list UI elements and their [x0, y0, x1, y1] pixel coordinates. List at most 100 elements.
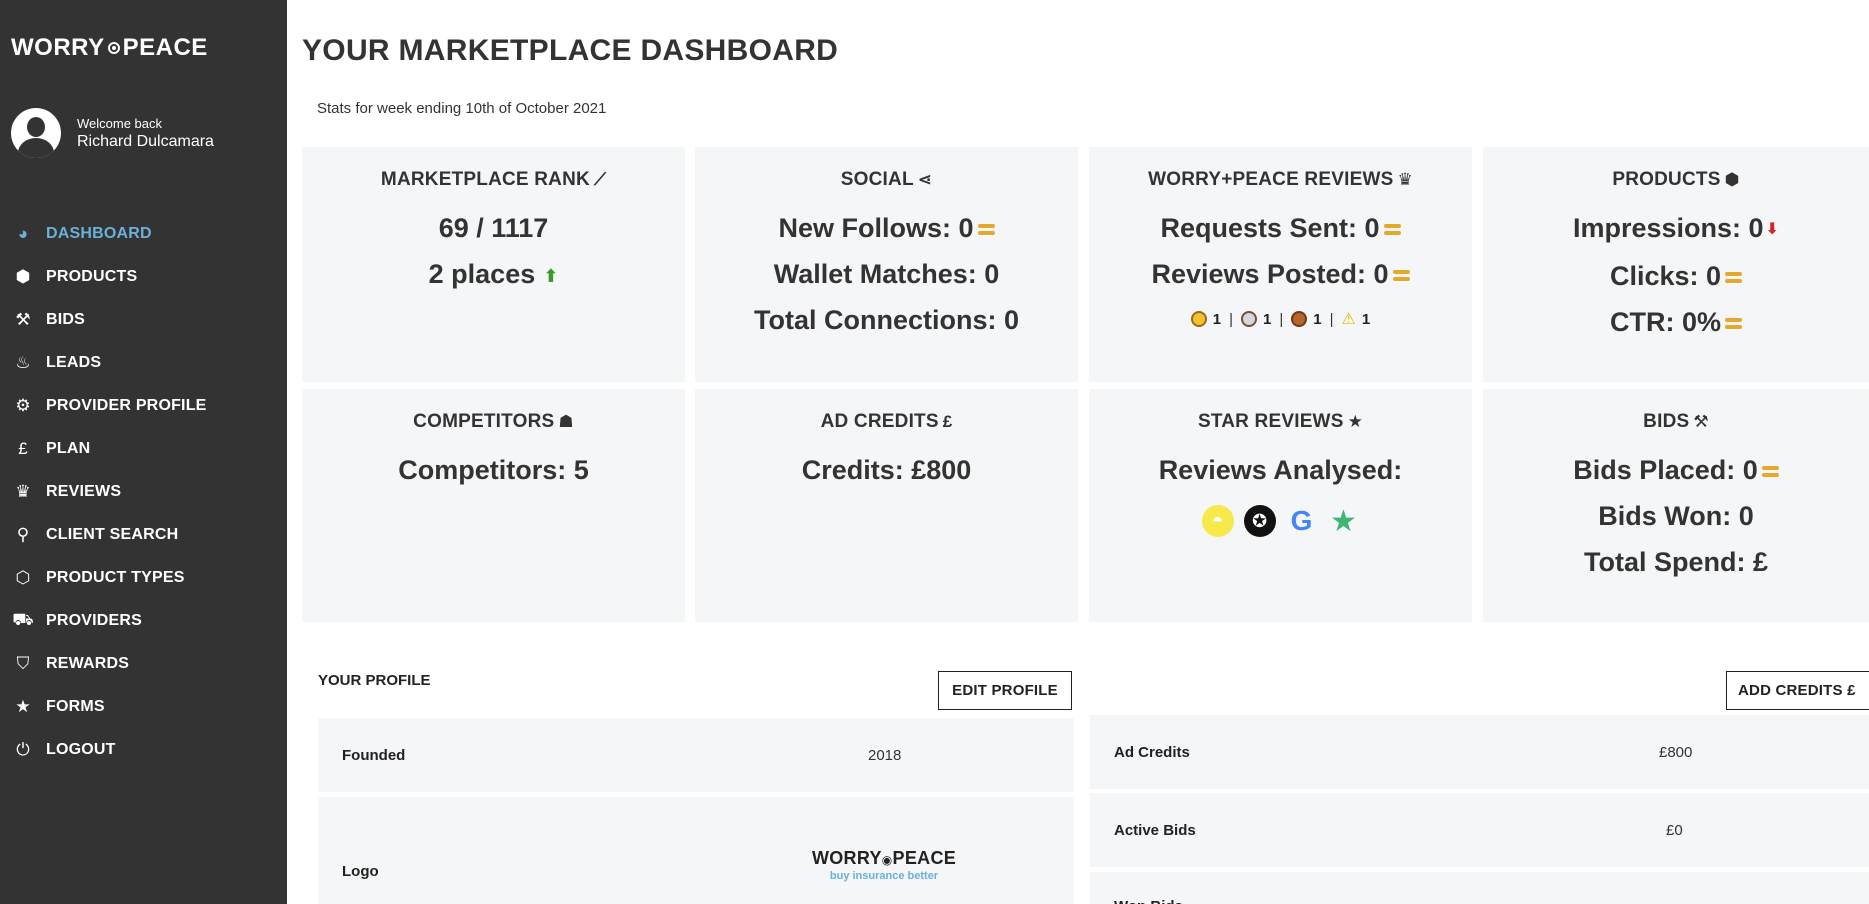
trophy-icon: ♛: [1397, 170, 1413, 189]
profile-section-label: YOUR PROFILE: [318, 672, 431, 689]
user-panel: Welcome back Richard Dulcamara: [11, 108, 214, 158]
card-title: MARKETPLACE RANK: [380, 169, 590, 190]
pound-icon: £: [18, 438, 28, 458]
sidebar-item-logout[interactable]: ⏻ LOGOUT: [0, 728, 287, 771]
trustpilot-logo-icon: ★: [1330, 504, 1357, 538]
add-credits-button[interactable]: ADD CREDITS £: [1726, 671, 1869, 710]
competitors-count: Competitors: 5: [398, 455, 589, 485]
reviews-posted: Reviews Posted: 0: [1151, 259, 1389, 289]
equal-icon: [977, 223, 995, 237]
row-key: Ad Credits: [1114, 743, 1190, 761]
brand-logo-dot-icon: [107, 42, 120, 54]
cubes-icon: ⬡: [15, 567, 31, 587]
profile-row-logo: Logo WORRY◉PEACE buy insurance better: [318, 797, 1074, 904]
row-key: Logo: [342, 863, 379, 880]
silver-medal-icon: [1241, 311, 1258, 327]
sidebar-item-label: LOGOUT: [46, 740, 116, 758]
arrow-up-icon: ⬆: [543, 265, 559, 286]
avatar[interactable]: [11, 108, 61, 158]
reviews-io-logo-icon: ✪: [1243, 505, 1276, 537]
fire-icon: ♨: [15, 352, 31, 372]
row-key: Founded: [342, 746, 406, 764]
card-title: SOCIAL: [840, 169, 914, 190]
sidebar-item-provider-profile[interactable]: ⚙ PROVIDER PROFILE: [0, 384, 287, 427]
sidebar-item-dashboard[interactable]: ◕ DASHBOARD: [0, 212, 287, 255]
sidebar-item-label: PRODUCT TYPES: [46, 568, 185, 586]
bids-card: BIDS ⚒ Bids Placed: 0 Bids Won: 0 Total S…: [1483, 389, 1869, 622]
edit-profile-button[interactable]: EDIT PROFILE: [938, 671, 1072, 710]
clicks: Clicks: 0: [1609, 260, 1722, 291]
warning-icon: ⚠: [1341, 311, 1356, 328]
sidebar-item-label: CLIENT SEARCH: [46, 525, 179, 543]
sidebar-item-products[interactable]: ⬢ PRODUCTS: [0, 255, 287, 298]
review-source-logos: ◓ ✪ G ★: [1089, 504, 1472, 538]
sidebar: WORRY PEACE Welcome back Richard Dulcama…: [0, 0, 287, 904]
pie-chart-icon: ◕: [17, 223, 29, 243]
sidebar-item-rewards[interactable]: ⛉ REWARDS: [0, 642, 287, 685]
sidebar-item-providers[interactable]: ⛟ PROVIDERS: [0, 599, 287, 642]
card-title: WORRY+PEACE REVIEWS: [1148, 169, 1394, 190]
card-title: STAR REVIEWS: [1197, 411, 1344, 432]
new-follows: New Follows: 0: [778, 213, 974, 243]
company-logo: WORRY◉PEACE buy insurance better: [802, 848, 966, 882]
gold-medal-icon: [1190, 311, 1207, 327]
credits-value: Credits: £800: [801, 455, 972, 485]
profile-row-active-bids: Active Bids £0: [1090, 793, 1869, 867]
cart-icon: ⛟: [12, 609, 34, 629]
sidebar-item-label: PROVIDERS: [46, 611, 143, 629]
equal-icon: [1725, 271, 1743, 285]
equal-icon: [1725, 317, 1742, 331]
stats-subtitle: Stats for week ending 10th of October 20…: [317, 100, 607, 117]
feefo-logo-icon: ◓: [1201, 505, 1234, 537]
cube-icon: ⬢: [15, 266, 31, 286]
pound-icon: £: [942, 412, 953, 431]
sidebar-item-forms[interactable]: ★ FORMS: [0, 685, 287, 728]
sidebar-item-client-search[interactable]: ⚲ CLIENT SEARCH: [0, 513, 287, 556]
row-value: £800: [1659, 743, 1693, 761]
sidebar-item-reviews[interactable]: ♛ REVIEWS: [0, 470, 287, 513]
total-connections: Total Connections: 0: [753, 305, 1019, 335]
gavel-icon: ⚒: [15, 309, 31, 329]
bronze-medal-icon: [1291, 311, 1308, 327]
worry-peace-reviews-card: WORRY+PEACE REVIEWS ♛ Requests Sent: 0 Re…: [1089, 147, 1472, 382]
brand-logo-right: PEACE: [122, 34, 208, 61]
share-icon: ⋖: [917, 170, 933, 189]
sidebar-item-label: DASHBOARD: [46, 224, 152, 242]
brand-logo-left: WORRY: [11, 34, 105, 61]
row-value: 2018: [868, 746, 902, 764]
ctr: CTR: 0%: [1609, 306, 1721, 337]
reviews-analysed: Reviews Analysed:: [1158, 455, 1403, 485]
ad-credits-card: AD CREDITS £ Credits: £800: [695, 389, 1078, 622]
requests-sent: Requests Sent: 0: [1160, 213, 1380, 243]
card-title: AD CREDITS: [820, 411, 939, 432]
equal-icon: [1383, 223, 1401, 237]
search-icon: ⚲: [16, 524, 30, 544]
star-reviews-card: STAR REVIEWS ★ Reviews Analysed: ◓ ✪ G ★: [1089, 389, 1472, 622]
row-key: Active Bids: [1114, 821, 1196, 839]
sidebar-item-label: PROVIDER PROFILE: [46, 396, 207, 414]
sidebar-item-bids[interactable]: ⚒ BIDS: [0, 298, 287, 341]
brand-logo[interactable]: WORRY PEACE: [11, 34, 208, 62]
page-title: YOUR MARKETPLACE DASHBOARD: [302, 34, 839, 67]
sidebar-item-product-types[interactable]: ⬡ PRODUCT TYPES: [0, 556, 287, 599]
star-icon: ★: [15, 696, 31, 716]
sidebar-item-leads[interactable]: ♨ LEADS: [0, 341, 287, 384]
sidebar-item-label: PRODUCTS: [46, 267, 138, 285]
rank-change: 2 places: [428, 259, 536, 289]
wallet-matches: Wallet Matches: 0: [773, 259, 1000, 289]
user-name: Richard Dulcamara: [77, 132, 214, 150]
company-logo-left: WORRY: [811, 848, 882, 868]
sidebar-item-plan[interactable]: £ PLAN: [0, 427, 287, 470]
medal-counts: 1 | 1 | 1 | ⚠ 1: [1089, 309, 1472, 329]
row-value: £0: [1666, 821, 1683, 839]
card-title: PRODUCTS: [1612, 169, 1721, 190]
chart-line-icon: ⟋: [593, 170, 607, 189]
impressions: Impressions: 0: [1573, 213, 1764, 243]
total-spend: Total Spend: £: [1583, 547, 1768, 577]
tags-icon: ⛉: [16, 653, 30, 673]
main-content: YOUR MARKETPLACE DASHBOARD Stats for wee…: [287, 0, 1869, 904]
app: WORRY PEACE Welcome back Richard Dulcama…: [0, 0, 1869, 904]
profile-row-ad-credits: Ad Credits £800: [1090, 715, 1869, 789]
rank-value: 69 / 1117: [438, 213, 549, 243]
trophy-icon: ♛: [15, 481, 31, 501]
